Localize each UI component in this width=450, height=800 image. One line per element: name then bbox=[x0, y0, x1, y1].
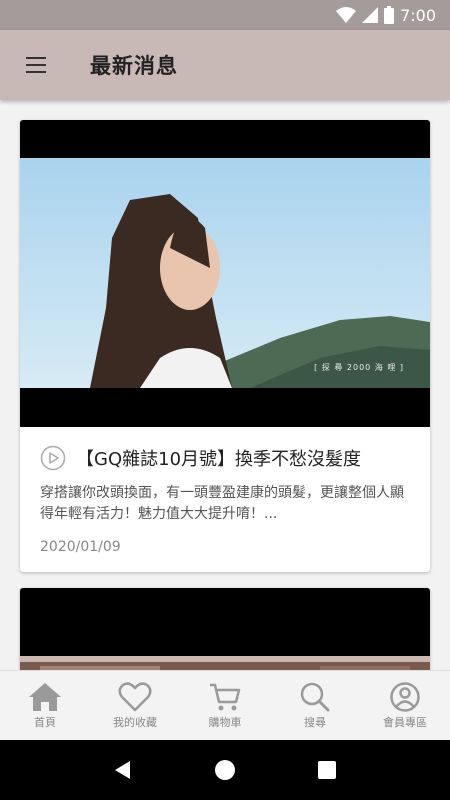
nav-item-member[interactable]: 會員專區 bbox=[360, 671, 450, 740]
wifi-icon bbox=[336, 7, 357, 23]
video-frame-image bbox=[20, 656, 430, 670]
battery-icon bbox=[384, 6, 395, 24]
home-circle-icon bbox=[215, 760, 235, 780]
video-thumbnail[interactable]: [ 探 尋 2000 海 哩 ] bbox=[20, 120, 430, 427]
nav-item-cart[interactable]: 購物車 bbox=[180, 671, 270, 740]
menu-button[interactable] bbox=[0, 30, 72, 100]
system-navigation-bar bbox=[0, 740, 450, 800]
article-description: 穿搭讓你改頭換面，有一頭豐盈建康的頭髮，更讓整個人顯得年輕有活力！魅力值大大提升… bbox=[40, 485, 404, 522]
home-button[interactable] bbox=[205, 750, 245, 790]
article-title[interactable]: 【GQ雜誌10月號】換季不愁沒髮度 bbox=[76, 445, 361, 471]
search-icon bbox=[300, 682, 330, 711]
bottom-navigation: 首頁 我的收藏 購物車 搜尋 會員專區 bbox=[0, 670, 450, 740]
back-triangle-icon bbox=[115, 761, 130, 779]
page-title: 最新消息 bbox=[90, 54, 178, 78]
status-bar: 7:00 bbox=[0, 0, 450, 30]
nav-label: 會員專區 bbox=[383, 715, 427, 729]
video-thumbnail[interactable] bbox=[20, 588, 430, 670]
signal-icon bbox=[362, 7, 379, 23]
hamburger-menu-icon bbox=[26, 57, 46, 73]
user-icon bbox=[390, 681, 420, 712]
video-caption: [ 探 尋 2000 海 哩 ] bbox=[314, 363, 404, 372]
app-bar: 最新消息 bbox=[0, 30, 450, 100]
news-list[interactable]: [ 探 尋 2000 海 哩 ] 【GQ雜誌10月號】換季不愁沒髮度 穿搭讓你改… bbox=[0, 100, 450, 670]
video-frame-image bbox=[20, 158, 430, 388]
heart-icon bbox=[118, 681, 152, 711]
play-icon[interactable] bbox=[40, 445, 66, 471]
nav-label: 首頁 bbox=[34, 715, 56, 729]
nav-item-favorites[interactable]: 我的收藏 bbox=[90, 671, 180, 740]
news-card[interactable] bbox=[20, 588, 430, 670]
nav-label: 搜尋 bbox=[304, 715, 326, 729]
recents-square-icon bbox=[318, 761, 336, 779]
nav-item-search[interactable]: 搜尋 bbox=[270, 671, 360, 740]
home-icon bbox=[29, 682, 61, 711]
nav-label: 購物車 bbox=[208, 715, 242, 729]
nav-item-home[interactable]: 首頁 bbox=[0, 671, 90, 740]
article-date: 2020/01/09 bbox=[40, 539, 121, 555]
recents-button[interactable] bbox=[307, 750, 347, 790]
back-button[interactable] bbox=[103, 750, 143, 790]
cart-icon bbox=[210, 683, 241, 710]
news-card[interactable]: [ 探 尋 2000 海 哩 ] 【GQ雜誌10月號】換季不愁沒髮度 穿搭讓你改… bbox=[20, 120, 430, 572]
nav-label: 我的收藏 bbox=[113, 715, 157, 729]
status-time: 7:00 bbox=[400, 5, 436, 25]
